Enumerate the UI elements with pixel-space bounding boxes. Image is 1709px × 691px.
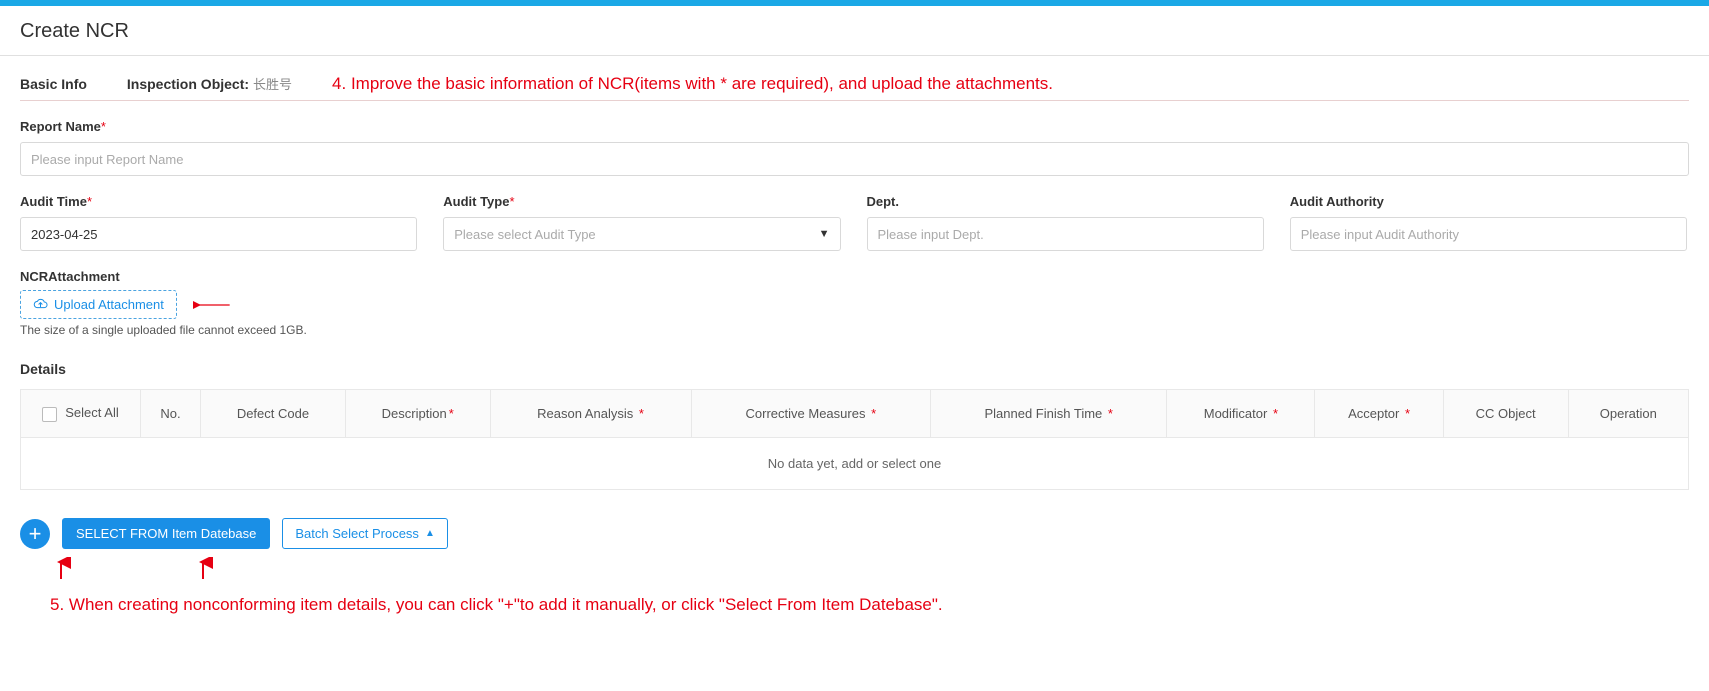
upload-attachment-button[interactable]: Upload Attachment bbox=[20, 290, 177, 319]
col-planned-finish-time: Planned Finish Time * bbox=[931, 390, 1167, 438]
col-description: Description* bbox=[345, 390, 490, 438]
select-from-database-button[interactable]: SELECT FROM Item Datebase bbox=[62, 518, 270, 549]
col-no: No. bbox=[141, 390, 201, 438]
required-asterisk: * bbox=[449, 406, 454, 421]
required-asterisk: * bbox=[87, 194, 92, 209]
batch-select-label: Batch Select Process bbox=[295, 526, 419, 541]
label-ncr-attachment: NCRAttachment bbox=[20, 269, 1689, 284]
annotation-arrows-row bbox=[50, 557, 1689, 581]
col-description-text: Description bbox=[382, 406, 447, 421]
upload-attachment-label: Upload Attachment bbox=[54, 297, 164, 312]
select-audit-type[interactable]: Please select Audit Type ▼ bbox=[443, 217, 840, 251]
col-reason-analysis: Reason Analysis * bbox=[490, 390, 691, 438]
group-audit-type: Audit Type* Please select Audit Type ▼ bbox=[443, 194, 840, 251]
annotation-step-5: 5. When creating nonconforming item deta… bbox=[50, 595, 1689, 615]
label-report-name-text: Report Name bbox=[20, 119, 101, 134]
col-cc-object: CC Object bbox=[1443, 390, 1568, 438]
col-operation: Operation bbox=[1568, 390, 1688, 438]
cloud-upload-icon bbox=[33, 298, 48, 311]
input-audit-time[interactable] bbox=[20, 217, 417, 251]
row-audit-fields: Audit Time* Audit Type* Please select Au… bbox=[20, 194, 1689, 251]
col-select-all-text: Select All bbox=[65, 405, 118, 420]
annotation-arrow-icon bbox=[193, 296, 233, 314]
annotation-arrow-icon bbox=[192, 557, 214, 581]
inspection-object-value: 长胜号 bbox=[253, 74, 292, 93]
annotation-arrow-icon bbox=[50, 557, 72, 581]
col-modificator-text: Modificator bbox=[1204, 406, 1268, 421]
label-audit-type: Audit Type* bbox=[443, 194, 840, 209]
content-area: Basic Info Inspection Object: 长胜号 4. Imp… bbox=[0, 56, 1709, 615]
page-container: Create NCR Basic Info Inspection Object:… bbox=[0, 6, 1709, 635]
group-report-name: Report Name* bbox=[20, 119, 1689, 176]
label-audit-time: Audit Time* bbox=[20, 194, 417, 209]
group-dept: Dept. bbox=[867, 194, 1264, 251]
select-all-checkbox[interactable] bbox=[42, 407, 57, 422]
batch-select-process-button[interactable]: Batch Select Process ▲ bbox=[282, 518, 447, 549]
upload-hint: The size of a single uploaded file canno… bbox=[20, 323, 1689, 337]
input-audit-authority[interactable] bbox=[1290, 217, 1687, 251]
page-title: Create NCR bbox=[0, 6, 1709, 56]
label-dept: Dept. bbox=[867, 194, 1264, 209]
required-asterisk: * bbox=[871, 406, 876, 421]
no-data-cell: No data yet, add or select one bbox=[21, 438, 1689, 490]
required-asterisk: * bbox=[1273, 406, 1278, 421]
details-section-label: Details bbox=[20, 361, 1689, 377]
details-table: Select All No. Defect Code Description* … bbox=[20, 389, 1689, 490]
table-empty-row: No data yet, add or select one bbox=[21, 438, 1689, 490]
col-corrective-measures: Corrective Measures * bbox=[691, 390, 931, 438]
label-audit-type-text: Audit Type bbox=[443, 194, 509, 209]
col-planned-finish-time-text: Planned Finish Time bbox=[984, 406, 1102, 421]
group-audit-time: Audit Time* bbox=[20, 194, 417, 251]
required-asterisk: * bbox=[101, 119, 106, 134]
basic-info-header: Basic Info Inspection Object: 长胜号 4. Imp… bbox=[20, 74, 1689, 101]
inspection-object-label: Inspection Object: bbox=[127, 76, 249, 92]
required-asterisk: * bbox=[1405, 406, 1410, 421]
add-item-button[interactable]: + bbox=[20, 519, 50, 549]
col-modificator: Modificator * bbox=[1167, 390, 1315, 438]
input-dept[interactable] bbox=[867, 217, 1264, 251]
required-asterisk: * bbox=[639, 406, 644, 421]
required-asterisk: * bbox=[509, 194, 514, 209]
col-defect-code: Defect Code bbox=[201, 390, 346, 438]
plus-icon: + bbox=[29, 521, 42, 547]
label-audit-time-text: Audit Time bbox=[20, 194, 87, 209]
actions-row: + SELECT FROM Item Datebase Batch Select… bbox=[20, 518, 1689, 549]
col-select-all: Select All bbox=[21, 390, 141, 438]
annotation-step-4: 4. Improve the basic information of NCR(… bbox=[332, 74, 1053, 94]
chevron-up-icon: ▲ bbox=[425, 528, 435, 539]
col-acceptor: Acceptor * bbox=[1315, 390, 1443, 438]
label-report-name: Report Name* bbox=[20, 119, 1689, 134]
row-report-name: Report Name* bbox=[20, 119, 1689, 176]
label-audit-authority: Audit Authority bbox=[1290, 194, 1687, 209]
attachment-section: NCRAttachment Upload Attachment The size… bbox=[20, 269, 1689, 337]
required-asterisk: * bbox=[1108, 406, 1113, 421]
table-header-row: Select All No. Defect Code Description* … bbox=[21, 390, 1689, 438]
group-audit-authority: Audit Authority bbox=[1290, 194, 1687, 251]
chevron-down-icon: ▼ bbox=[819, 228, 830, 240]
col-acceptor-text: Acceptor bbox=[1348, 406, 1399, 421]
col-reason-analysis-text: Reason Analysis bbox=[537, 406, 633, 421]
select-audit-type-placeholder: Please select Audit Type bbox=[454, 227, 595, 242]
col-corrective-measures-text: Corrective Measures bbox=[746, 406, 866, 421]
upload-row: Upload Attachment bbox=[20, 290, 1689, 319]
basic-info-label: Basic Info bbox=[20, 76, 87, 92]
input-report-name[interactable] bbox=[20, 142, 1689, 176]
